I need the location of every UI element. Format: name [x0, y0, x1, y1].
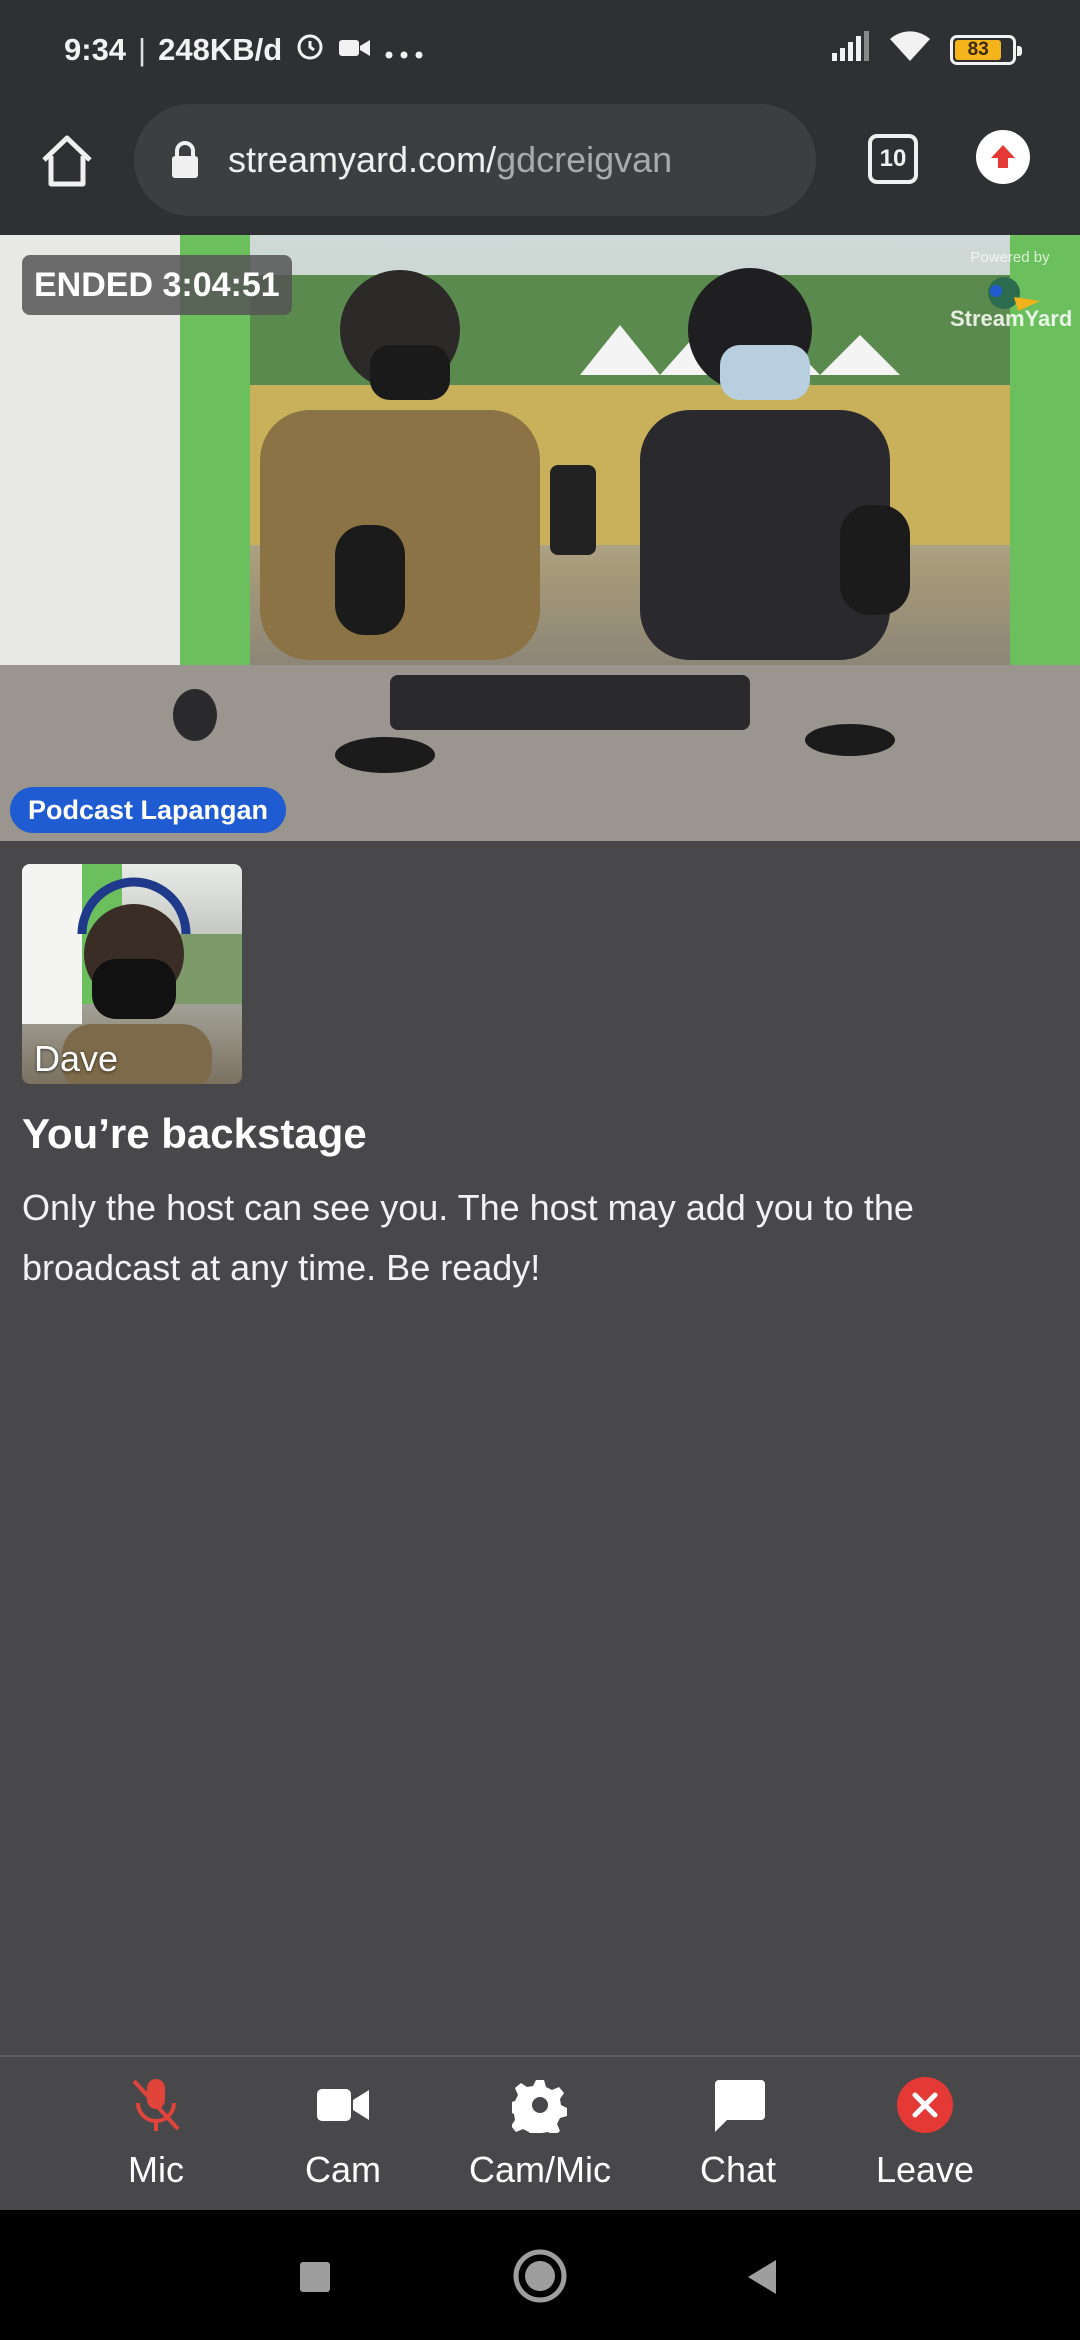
url-host: streamyard.com/ [228, 139, 497, 180]
status-separator: | [138, 32, 147, 67]
alarm-icon [294, 30, 326, 70]
stream-scene [0, 235, 1080, 841]
clock: 9:34 [64, 32, 127, 67]
chat-button[interactable]: Chat [648, 2075, 828, 2205]
chat-label: Chat [699, 2149, 777, 2190]
lock-icon [170, 140, 200, 180]
home-nav-icon[interactable] [512, 2248, 568, 2304]
stream-video: ENDED 3:04:51 Powered by StreamYard Podc… [0, 235, 1080, 841]
streamyard-duck-logo [988, 277, 1040, 311]
update-icon[interactable] [976, 130, 1030, 184]
call-controls: Mic Cam Cam/Mic Chat Leave [0, 2055, 1080, 2210]
leave-button[interactable]: Leave [835, 2075, 1015, 2205]
cam-mic-label: Cam/Mic [469, 2149, 611, 2190]
mic-off-icon [126, 2075, 186, 2135]
leave-close-icon [895, 2075, 955, 2135]
app-root: 9:34 | 248KB/d 83 streamyard.com/ gdcrei… [0, 0, 1080, 2340]
system-nav-bar [0, 2210, 1080, 2340]
ended-badge: ENDED 3:04:51 [22, 255, 292, 315]
home-icon[interactable] [36, 130, 98, 192]
url-path: gdcreigvan [496, 139, 673, 180]
participant-tile[interactable]: Dave [22, 864, 242, 1084]
video-call-icon [338, 32, 372, 68]
status-right: 83 [830, 29, 1022, 71]
mic-button[interactable]: Mic [66, 2075, 246, 2205]
camera-icon [313, 2075, 373, 2135]
data-rate: 248KB/d [158, 32, 283, 67]
back-icon[interactable] [738, 2252, 788, 2302]
browser-toolbar: streamyard.com/gdcreigvan 10 [0, 100, 1080, 235]
backstage-title: You’re backstage [22, 1110, 367, 1157]
status-left: 9:34 | 248KB/d [64, 30, 424, 70]
tabs-button[interactable]: 10 [868, 134, 918, 184]
signal-icon [830, 31, 870, 69]
cam-button[interactable]: Cam [253, 2075, 433, 2205]
backstage-message: Only the host can see you. The host may … [22, 1187, 914, 1288]
battery-level: 83 [955, 39, 1002, 60]
cam-mic-settings-button[interactable]: Cam/Mic [450, 2075, 630, 2205]
participant-name: Dave [34, 1038, 119, 1079]
battery-icon: 83 [950, 35, 1022, 65]
chat-icon [708, 2075, 768, 2135]
powered-by-label: Powered by [970, 249, 1050, 266]
mic-label: Mic [128, 2149, 184, 2190]
more-dots-icon [384, 32, 424, 68]
wifi-icon [888, 29, 932, 71]
gear-icon [510, 2075, 570, 2135]
streamyard-watermark: Powered by StreamYard [950, 249, 1072, 332]
recents-icon[interactable] [290, 2252, 340, 2302]
stream-name-badge: Podcast Lapangan [10, 787, 287, 833]
cam-label: Cam [304, 2149, 381, 2190]
status-bar: 9:34 | 248KB/d 83 [0, 0, 1080, 100]
leave-label: Leave [875, 2149, 975, 2190]
address-bar[interactable]: streamyard.com/gdcreigvan [134, 104, 816, 216]
